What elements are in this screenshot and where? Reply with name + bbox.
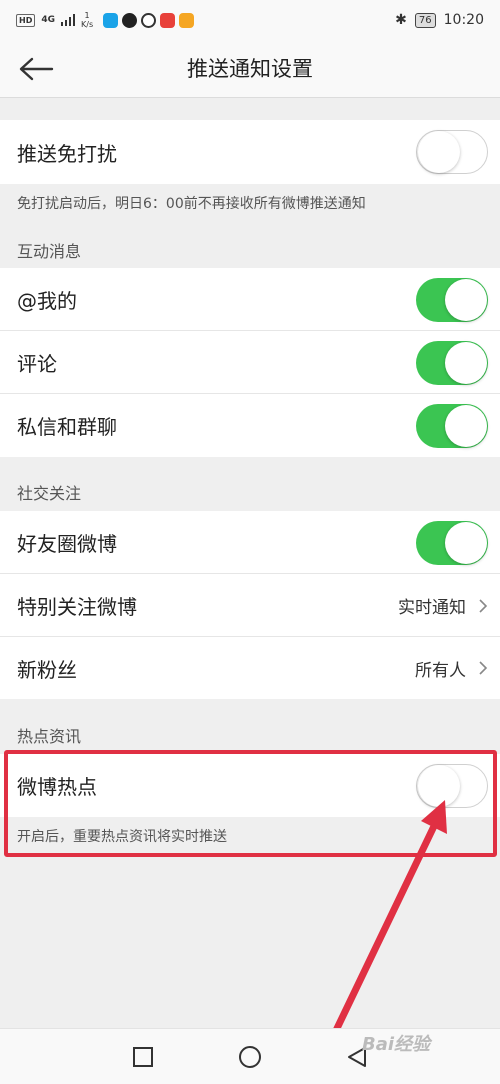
circle-icon <box>239 1046 261 1068</box>
home-button[interactable] <box>234 1041 266 1073</box>
square-icon <box>133 1047 153 1067</box>
recent-apps-button[interactable] <box>127 1041 159 1073</box>
arrow-annotation-icon <box>326 800 447 1047</box>
settings-page: HD 4G 1 K/s ✱ 76 10:20 推送通知设置 推送免打扰 免打扰启… <box>0 0 500 1084</box>
watermark: Bai经验 <box>362 1034 431 1055</box>
